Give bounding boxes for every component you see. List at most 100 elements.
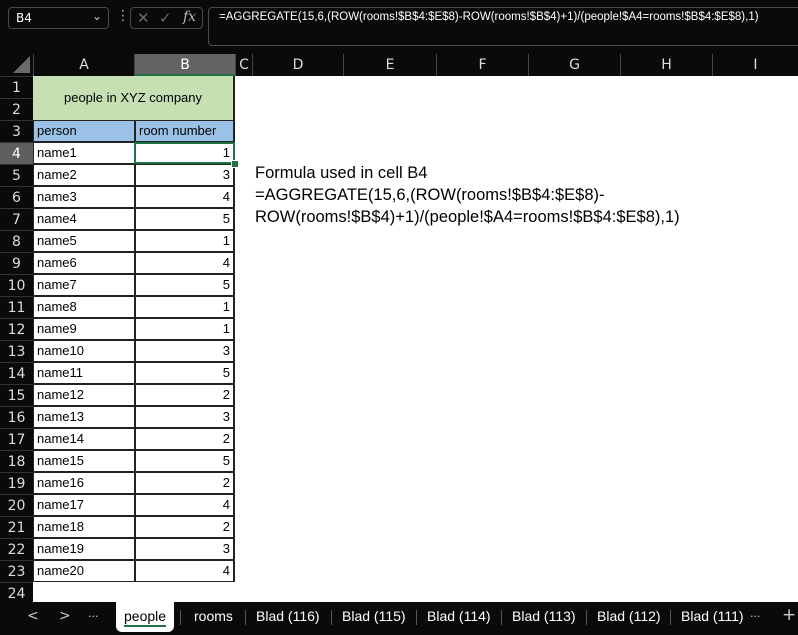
row-header-11[interactable]: 11	[0, 296, 33, 318]
spreadsheet-grid[interactable]: people in XYZ company person room number…	[33, 76, 798, 602]
row-header-10[interactable]: 10	[0, 274, 33, 296]
sheet-tab-people[interactable]: people	[116, 602, 175, 632]
sheet-tab-blad-112[interactable]: Blad (112)	[589, 602, 669, 630]
row-header-13[interactable]: 13	[0, 340, 33, 362]
cancel-icon[interactable]: ✕	[137, 9, 150, 27]
column-header-b[interactable]: B	[134, 54, 235, 76]
cell-person[interactable]: name7	[33, 274, 134, 296]
cell-room-number[interactable]: 1	[134, 230, 235, 252]
fill-handle[interactable]	[231, 160, 239, 168]
sheet-tab-blad-113[interactable]: Blad (113)	[504, 602, 584, 630]
cell-person[interactable]: name2	[33, 164, 134, 186]
add-sheet-button[interactable]: +	[782, 605, 796, 625]
next-sheet-button[interactable]: >	[59, 608, 71, 624]
select-all-button[interactable]	[0, 54, 33, 76]
column-header-c[interactable]: C	[235, 54, 252, 76]
cell-person[interactable]: name20	[33, 560, 134, 582]
cell-person[interactable]: name15	[33, 450, 134, 472]
title-cell[interactable]: people in XYZ company	[33, 76, 235, 120]
cell-room-number[interactable]: 2	[134, 516, 235, 538]
row-header-18[interactable]: 18	[0, 450, 33, 472]
row-header-14[interactable]: 14	[0, 362, 33, 384]
cell-room-number[interactable]: 3	[134, 340, 235, 362]
cell-room-number[interactable]: 5	[134, 450, 235, 472]
column-header-e[interactable]: E	[343, 54, 436, 76]
column-header-g[interactable]: G	[528, 54, 620, 76]
cell-room-number[interactable]: 3	[134, 406, 235, 428]
sheet-tab-rooms[interactable]: rooms	[186, 602, 241, 630]
row-header-19[interactable]: 19	[0, 472, 33, 494]
name-box[interactable]: B4 ⌄	[8, 7, 109, 29]
cell-room-number[interactable]: 5	[134, 362, 235, 384]
row-header-6[interactable]: 6	[0, 186, 33, 208]
active-cell-room-number[interactable]: 1	[134, 142, 235, 164]
prev-sheet-button[interactable]: <	[27, 608, 39, 624]
row-header-20[interactable]: 20	[0, 494, 33, 516]
cell-person[interactable]: name12	[33, 384, 134, 406]
formula-text[interactable]: =AGGREGATE(15,6,(ROW(rooms!$B$4:$E$8)-RO…	[219, 11, 759, 23]
cell-person[interactable]: name11	[33, 362, 134, 384]
cell-person[interactable]: name14	[33, 428, 134, 450]
cell-room-number[interactable]: 4	[134, 252, 235, 274]
cell-person[interactable]: name16	[33, 472, 134, 494]
row-header-23[interactable]: 23	[0, 560, 33, 582]
cell-person[interactable]: name17	[33, 494, 134, 516]
column-header-i[interactable]: I	[712, 54, 798, 76]
more-sheets-right-icon[interactable]: ···	[750, 610, 761, 623]
cell-room-number[interactable]: 3	[134, 164, 235, 186]
cell-person[interactable]: name1	[33, 142, 134, 164]
header-room-number[interactable]: room number	[134, 120, 235, 142]
check-icon[interactable]: ✓	[159, 9, 172, 27]
cell-room-number[interactable]: 2	[134, 428, 235, 450]
row-header-9[interactable]: 9	[0, 252, 33, 274]
more-sheets-left-icon[interactable]: ···	[88, 610, 99, 623]
row-header-7[interactable]: 7	[0, 208, 33, 230]
cell-room-number[interactable]: 3	[134, 538, 235, 560]
row-header-4[interactable]: 4	[0, 142, 33, 164]
cell-room-number[interactable]: 5	[134, 274, 235, 296]
row-header-22[interactable]: 22	[0, 538, 33, 560]
row-header-21[interactable]: 21	[0, 516, 33, 538]
cell-room-number[interactable]: 4	[134, 186, 235, 208]
cell-room-number[interactable]: 4	[134, 494, 235, 516]
cell-person[interactable]: name3	[33, 186, 134, 208]
column-header-f[interactable]: F	[436, 54, 528, 76]
row-header-3[interactable]: 3	[0, 120, 33, 142]
row-header-16[interactable]: 16	[0, 406, 33, 428]
cell-room-number[interactable]: 1	[134, 296, 235, 318]
cell-person[interactable]: name5	[33, 230, 134, 252]
sheet-tab-blad-111[interactable]: Blad (111)	[673, 602, 752, 630]
more-vertical-icon[interactable]: ⋮	[116, 8, 130, 24]
column-header-a[interactable]: A	[33, 54, 134, 76]
row-header-17[interactable]: 17	[0, 428, 33, 450]
cell-room-number[interactable]: 5	[134, 208, 235, 230]
cell-person[interactable]: name9	[33, 318, 134, 340]
cell-person[interactable]: name13	[33, 406, 134, 428]
cell-person[interactable]: name18	[33, 516, 134, 538]
cell-person[interactable]: name19	[33, 538, 134, 560]
insert-function-icon[interactable]: fx	[183, 9, 196, 25]
cell-room-number[interactable]: 2	[134, 384, 235, 406]
row-header-24[interactable]: 24	[0, 582, 33, 604]
sheet-tab-blad-115[interactable]: Blad (115)	[334, 602, 414, 630]
cell-person[interactable]: name4	[33, 208, 134, 230]
row-header-5[interactable]: 5	[0, 164, 33, 186]
sheet-tab-blad-116[interactable]: Blad (116)	[248, 602, 328, 630]
row-header-15[interactable]: 15	[0, 384, 33, 406]
row-header-1[interactable]: 1	[0, 76, 33, 98]
chevron-down-icon[interactable]: ⌄	[92, 9, 102, 23]
cell-person[interactable]: name10	[33, 340, 134, 362]
cell-room-number[interactable]: 1	[134, 318, 235, 340]
cell-person[interactable]: name6	[33, 252, 134, 274]
cell-room-number[interactable]: 4	[134, 560, 235, 582]
row-header-8[interactable]: 8	[0, 230, 33, 252]
sheet-tab-blad-114[interactable]: Blad (114)	[419, 602, 499, 630]
row-header-2[interactable]: 2	[0, 98, 33, 120]
column-header-h[interactable]: H	[620, 54, 712, 76]
cell-person[interactable]: name8	[33, 296, 134, 318]
formula-bar[interactable]: =AGGREGATE(15,6,(ROW(rooms!$B$4:$E$8)-RO…	[208, 7, 798, 46]
header-person[interactable]: person	[33, 120, 134, 142]
column-header-d[interactable]: D	[252, 54, 343, 76]
cell-room-number[interactable]: 2	[134, 472, 235, 494]
row-header-12[interactable]: 12	[0, 318, 33, 340]
